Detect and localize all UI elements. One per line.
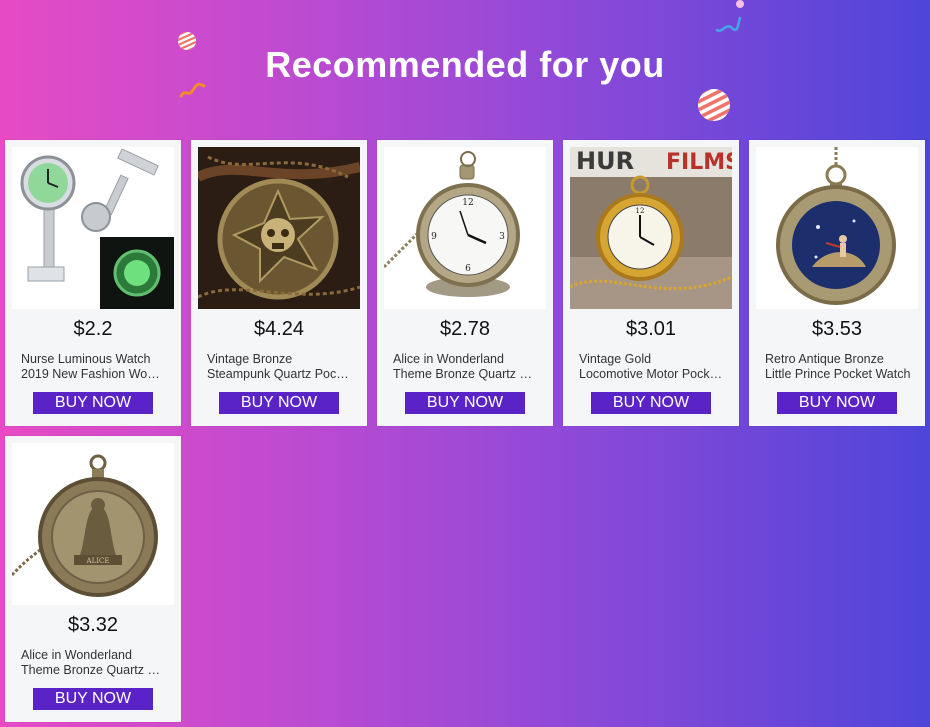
svg-text:6: 6 bbox=[465, 264, 471, 274]
product-card[interactable]: $4.24 Vintage Bronze Steampunk Quartz Po… bbox=[191, 140, 367, 426]
svg-text:12: 12 bbox=[462, 198, 473, 208]
product-image[interactable]: 12 3 6 9 bbox=[384, 147, 546, 309]
product-price: $3.32 bbox=[67, 614, 119, 636]
buy-now-button[interactable]: BUY NOW bbox=[591, 392, 711, 414]
product-name-line: Vintage Gold bbox=[579, 352, 652, 366]
product-name-line: Theme Bronze Quartz Pocket Watch bbox=[21, 663, 167, 677]
product-name-line: Alice in Wonderland bbox=[21, 648, 132, 662]
svg-text:HUR: HUR bbox=[576, 147, 634, 175]
product-card[interactable]: 12 3 6 9 $2.78 Alice in Wonderland Theme… bbox=[377, 140, 553, 426]
buy-now-button[interactable]: BUY NOW bbox=[219, 392, 339, 414]
product-image[interactable]: HUR FILMS 12 bbox=[570, 147, 732, 309]
product-name[interactable]: Alice in Wonderland Theme Bronze Quartz … bbox=[21, 648, 167, 678]
product-name-line: Theme Bronze Quartz Pocket Watch bbox=[393, 367, 539, 381]
product-name[interactable]: Vintage Gold Locomotive Motor Pocket Wat… bbox=[579, 352, 725, 382]
product-name-line: Little Prince Pocket Watch bbox=[765, 367, 911, 381]
page-title: Recommended for you bbox=[265, 44, 665, 85]
svg-text:12: 12 bbox=[636, 207, 645, 215]
product-name[interactable]: Alice in Wonderland Theme Bronze Quartz … bbox=[393, 352, 539, 382]
striped-ball-decoration bbox=[698, 89, 730, 121]
svg-text:3: 3 bbox=[499, 232, 505, 242]
small-ball-decoration bbox=[736, 0, 744, 8]
product-name-line: 2019 New Fashion Women Hanging bbox=[21, 367, 167, 381]
buy-now-button[interactable]: BUY NOW bbox=[33, 392, 153, 414]
svg-text:FILMS: FILMS bbox=[666, 150, 732, 175]
streamer-decoration bbox=[715, 16, 742, 33]
product-name-line: Retro Antique Bronze bbox=[765, 352, 884, 366]
product-price: $3.01 bbox=[625, 318, 677, 340]
product-name-line: Locomotive Motor Pocket Watch bbox=[579, 367, 725, 381]
product-card[interactable]: $3.53 Retro Antique Bronze Little Prince… bbox=[749, 140, 925, 426]
product-name[interactable]: Retro Antique Bronze Little Prince Pocke… bbox=[765, 352, 911, 382]
product-name[interactable]: Nurse Luminous Watch 2019 New Fashion Wo… bbox=[21, 352, 167, 382]
buy-now-button[interactable]: BUY NOW bbox=[33, 688, 153, 710]
product-name-line: Vintage Bronze bbox=[207, 352, 293, 366]
product-image[interactable] bbox=[198, 147, 360, 309]
product-price: $2.78 bbox=[439, 318, 491, 340]
product-price: $2.2 bbox=[73, 318, 113, 340]
product-name-line: Nurse Luminous Watch bbox=[21, 352, 151, 366]
product-card[interactable]: ALICE $3.32 Alice in Wonderland Theme Br… bbox=[5, 436, 181, 722]
svg-text:9: 9 bbox=[431, 232, 437, 242]
product-name[interactable]: Vintage Bronze Steampunk Quartz Pocket W… bbox=[207, 352, 353, 382]
product-name-line: Steampunk Quartz Pocket Watch bbox=[207, 367, 353, 381]
svg-text:ALICE: ALICE bbox=[86, 557, 110, 565]
product-image[interactable]: ALICE bbox=[12, 443, 174, 605]
buy-now-button[interactable]: BUY NOW bbox=[777, 392, 897, 414]
product-image[interactable] bbox=[756, 147, 918, 309]
product-price: $4.24 bbox=[253, 318, 305, 340]
product-price: $3.53 bbox=[811, 318, 863, 340]
product-name-line: Alice in Wonderland bbox=[393, 352, 504, 366]
product-card[interactable]: HUR FILMS 12 $3.01 Vintage Gold Locomoti… bbox=[563, 140, 739, 426]
product-image[interactable] bbox=[12, 147, 174, 309]
buy-now-button[interactable]: BUY NOW bbox=[405, 392, 525, 414]
product-card[interactable]: $2.2 Nurse Luminous Watch 2019 New Fashi… bbox=[5, 140, 181, 426]
